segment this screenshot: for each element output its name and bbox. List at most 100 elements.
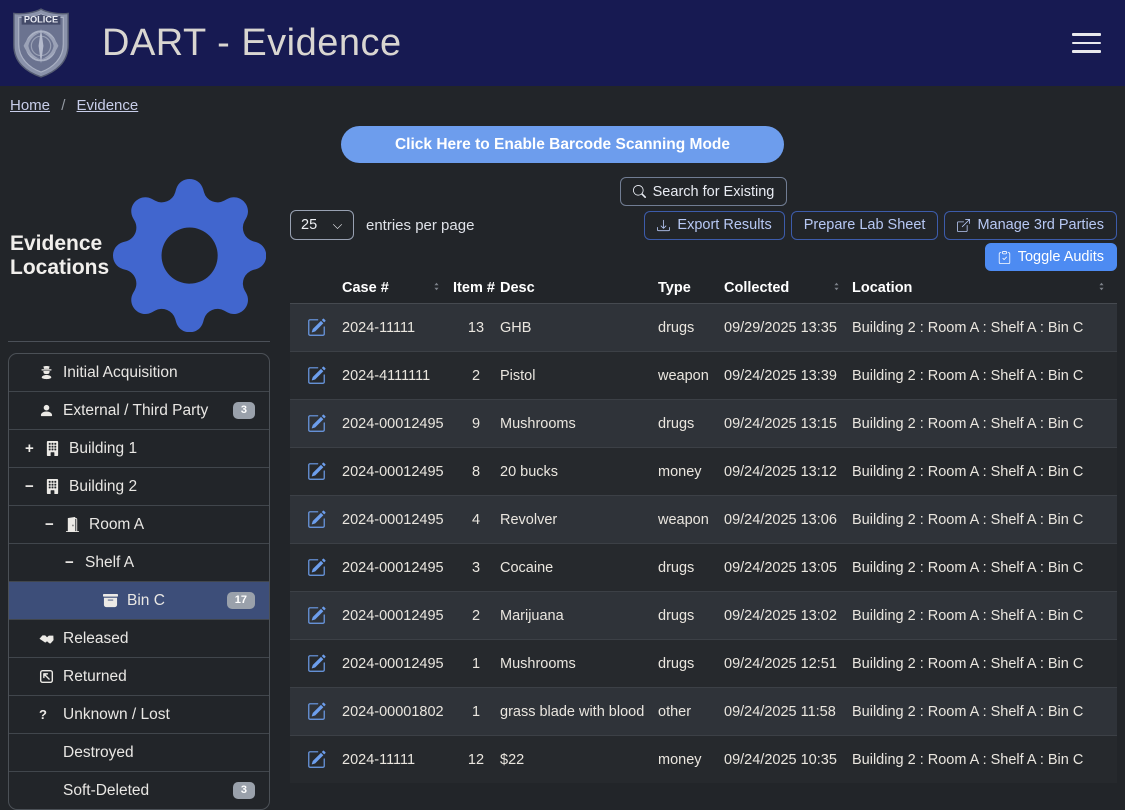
cell-type: money	[658, 464, 724, 480]
breadcrumb-link-home[interactable]: Home	[10, 97, 50, 114]
edit-icon	[307, 606, 326, 625]
count-badge: 17	[227, 592, 255, 609]
evidence-row: 2024-41111112Pistolweapon09/24/2025 13:3…	[290, 351, 1117, 399]
edit-item-button[interactable]	[290, 544, 342, 591]
cell-location: Building 2 : Room A : Shelf A : Bin C	[852, 320, 1117, 336]
sidebar-item-bin-c[interactable]: Bin C 17	[9, 581, 269, 619]
sidebar-item-label: Building 2	[69, 478, 137, 496]
edit-item-button[interactable]	[290, 736, 342, 783]
cell-type: drugs	[658, 608, 724, 624]
cell-collected: 09/29/2025 13:35	[724, 320, 852, 336]
evidence-row: 2024-000124954Revolverweapon09/24/2025 1…	[290, 495, 1117, 543]
enable-barcode-scanning-button[interactable]: Click Here to Enable Barcode Scanning Mo…	[341, 126, 784, 163]
sidebar-item-label: Unknown / Lost	[63, 706, 170, 724]
trash-icon	[39, 745, 54, 760]
sidebar-item-building-2[interactable]: − Building 2	[9, 467, 269, 505]
cell-type: drugs	[658, 656, 724, 672]
cell-location: Building 2 : Room A : Shelf A : Bin C	[852, 656, 1117, 672]
sidebar-item-external-third-party[interactable]: External / Third Party3	[9, 391, 269, 429]
cell-location: Building 2 : Room A : Shelf A : Bin C	[852, 512, 1117, 528]
edit-item-button[interactable]	[290, 592, 342, 639]
minus-expander-icon[interactable]: −	[45, 516, 65, 533]
cell-collected: 09/24/2025 13:15	[724, 416, 852, 432]
sidebar-title: Evidence Locations	[10, 232, 111, 280]
sidebar-item-returned[interactable]: Returned	[9, 657, 269, 695]
sidebar-item-soft-deleted[interactable]: Soft-Deleted3	[9, 771, 269, 809]
cell-item-number: 4	[452, 512, 500, 528]
location-tree: Initial AcquisitionExternal / Third Part…	[8, 353, 270, 810]
sidebar-item-released[interactable]: Released	[9, 619, 269, 657]
cell-collected: 09/24/2025 12:51	[724, 656, 852, 672]
cell-location: Building 2 : Room A : Shelf A : Bin C	[852, 464, 1117, 480]
cell-case-number: 2024-00012495	[342, 416, 452, 432]
minus-expander-icon[interactable]: −	[25, 478, 45, 495]
toggle-audits-button[interactable]: Toggle Audits	[985, 243, 1117, 271]
cell-case-number: 2024-4111111	[342, 368, 452, 384]
entries-per-page-label: entries per page	[366, 217, 474, 234]
minus-expander-icon[interactable]: −	[65, 554, 85, 571]
column-header-collected[interactable]: Collected	[724, 280, 852, 296]
breadcrumb-separator: /	[61, 97, 65, 114]
edit-icon	[307, 318, 326, 337]
sidebar-item-unknown-lost[interactable]: ?Unknown / Lost	[9, 695, 269, 733]
cell-case-number: 2024-00012495	[342, 560, 452, 576]
person-icon	[39, 403, 54, 418]
evidence-row: 2024-1111113GHBdrugs09/29/2025 13:35Buil…	[290, 304, 1117, 351]
evidence-main: Search for Existing 25 entries per page …	[290, 177, 1117, 783]
edit-icon	[307, 558, 326, 577]
edit-item-button[interactable]	[290, 688, 342, 735]
cell-case-number: 2024-11111	[342, 752, 452, 768]
hamburger-menu-icon[interactable]	[1070, 27, 1103, 59]
cell-description: GHB	[500, 320, 658, 336]
cell-case-number: 2024-00012495	[342, 464, 452, 480]
edit-item-button[interactable]	[290, 400, 342, 447]
cell-item-number: 8	[452, 464, 500, 480]
cell-collected: 09/24/2025 10:35	[724, 752, 852, 768]
search-for-existing-button[interactable]: Search for Existing	[620, 177, 788, 206]
sidebar-item-initial-acquisition[interactable]: Initial Acquisition	[9, 354, 269, 391]
column-header-case[interactable]: Case #	[342, 280, 452, 296]
plus-expander-icon[interactable]: +	[25, 440, 45, 457]
door-icon	[65, 517, 80, 532]
edit-item-button[interactable]	[290, 496, 342, 543]
sidebar-item-room-a[interactable]: −Room A	[9, 505, 269, 543]
cell-description: Revolver	[500, 512, 658, 528]
sort-icon	[1096, 281, 1107, 292]
breadcrumb: Home / Evidence	[0, 86, 1125, 118]
gear-icon[interactable]	[111, 177, 268, 334]
breadcrumb-link-evidence[interactable]: Evidence	[77, 97, 139, 114]
prepare-lab-sheet-button[interactable]: Prepare Lab Sheet	[791, 211, 939, 240]
cell-item-number: 2	[452, 608, 500, 624]
edit-item-button[interactable]	[290, 304, 342, 351]
cell-item-number: 13	[452, 320, 500, 336]
sidebar-item-label: Bin C	[127, 592, 165, 610]
clipboard-check-icon	[998, 251, 1011, 264]
edit-item-button[interactable]	[290, 448, 342, 495]
cell-type: drugs	[658, 416, 724, 432]
sidebar-item-destroyed[interactable]: Destroyed	[9, 733, 269, 771]
edit-item-button[interactable]	[290, 352, 342, 399]
export-results-button[interactable]: Export Results	[644, 211, 784, 240]
cell-case-number: 2024-00012495	[342, 512, 452, 528]
cell-item-number: 1	[452, 704, 500, 720]
sidebar-item-building-1[interactable]: + Building 1	[9, 429, 269, 467]
evidence-row: 2024-00012495820 bucksmoney09/24/2025 13…	[290, 447, 1117, 495]
cell-location: Building 2 : Room A : Shelf A : Bin C	[852, 560, 1117, 576]
sidebar-item-label: Building 1	[69, 440, 137, 458]
user-secret-icon	[39, 365, 54, 380]
evidence-locations-sidebar: Evidence Locations Initial AcquisitionEx…	[8, 177, 270, 810]
cell-type: weapon	[658, 512, 724, 528]
manage-3rd-parties-button[interactable]: Manage 3rd Parties	[944, 211, 1117, 240]
evidence-table: Case #Item #DescTypeCollectedLocation 20…	[290, 273, 1117, 783]
building-icon	[45, 441, 60, 456]
edit-icon	[307, 414, 326, 433]
column-header-location[interactable]: Location	[852, 280, 1117, 296]
sidebar-item-shelf-a[interactable]: −Shelf A	[9, 543, 269, 581]
cell-description: Cocaine	[500, 560, 658, 576]
column-header-type: Type	[658, 280, 724, 296]
cell-collected: 09/24/2025 11:58	[724, 704, 852, 720]
edit-item-button[interactable]	[290, 640, 342, 687]
entries-per-page-select[interactable]: 25	[290, 210, 354, 240]
edit-icon	[307, 462, 326, 481]
cell-description: Mushrooms	[500, 656, 658, 672]
